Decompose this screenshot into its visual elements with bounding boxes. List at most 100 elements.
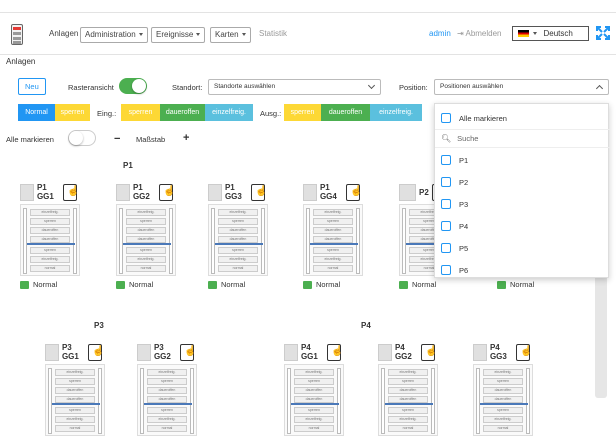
door-slot[interactable]: einzelfreig. bbox=[126, 209, 166, 216]
door-slot[interactable]: sperren bbox=[313, 218, 353, 225]
hand-pointer-icon[interactable] bbox=[87, 343, 104, 361]
door-slot[interactable]: sperren bbox=[55, 407, 95, 414]
door-slot[interactable]: einzelfreig. bbox=[294, 369, 334, 376]
mark-all-toggle[interactable] bbox=[68, 130, 96, 146]
nav-anlagen[interactable]: Anlagen bbox=[49, 27, 78, 43]
door-slot[interactable]: normal bbox=[313, 265, 353, 272]
dropdown-option[interactable]: P6 bbox=[441, 263, 468, 277]
door-slot[interactable]: sperren bbox=[388, 378, 428, 385]
hand-pointer-icon[interactable] bbox=[515, 343, 532, 361]
mode-sperren-button[interactable]: sperren bbox=[55, 104, 90, 121]
hand-pointer-icon[interactable] bbox=[326, 343, 343, 361]
door-slot[interactable]: daueroffen bbox=[126, 236, 166, 243]
door-slot[interactable]: einzelfreig. bbox=[30, 256, 70, 263]
logout-link[interactable]: ⇥ Abmelden bbox=[457, 27, 502, 43]
location-select[interactable]: Standorte auswählen bbox=[208, 79, 381, 95]
door-slot[interactable]: einzelfreig. bbox=[55, 416, 95, 423]
grid-view-toggle[interactable] bbox=[119, 78, 147, 94]
hand-pointer-icon[interactable] bbox=[420, 343, 437, 361]
door-diagram[interactable]: einzelfreig. sperren daueroffen daueroffen s… bbox=[45, 364, 105, 436]
door-slot[interactable]: daueroffen bbox=[147, 387, 187, 394]
position-select[interactable]: Positionen auswählen bbox=[434, 79, 609, 95]
hand-pointer-icon[interactable] bbox=[345, 183, 362, 201]
new-button[interactable]: Neu bbox=[18, 78, 46, 95]
door-slot[interactable]: sperren bbox=[483, 407, 523, 414]
dropdown-option[interactable]: P5 bbox=[441, 241, 468, 255]
door-slot[interactable]: sperren bbox=[294, 378, 334, 385]
door-slot[interactable]: daueroffen bbox=[294, 387, 334, 394]
door-slot[interactable]: normal bbox=[294, 425, 334, 432]
door-slot[interactable]: sperren bbox=[147, 378, 187, 385]
dropdown-mark-all[interactable]: Alle markieren bbox=[441, 111, 507, 125]
checkbox[interactable] bbox=[441, 177, 451, 187]
zoom-out-button[interactable]: − bbox=[114, 133, 120, 145]
door-slot[interactable]: daueroffen bbox=[55, 387, 95, 394]
door-slot[interactable]: daueroffen bbox=[218, 227, 258, 234]
door-diagram[interactable]: einzelfreig. sperren daueroffen daueroffen s… bbox=[284, 364, 344, 436]
checkbox[interactable] bbox=[441, 155, 451, 165]
exit-sperren-button[interactable]: sperren bbox=[284, 104, 321, 121]
door-slot[interactable]: sperren bbox=[126, 247, 166, 254]
door-slot[interactable]: normal bbox=[483, 425, 523, 432]
door-slot[interactable]: daueroffen bbox=[483, 387, 523, 394]
door-slot[interactable]: daueroffen bbox=[30, 236, 70, 243]
door-slot[interactable]: einzelfreig. bbox=[313, 256, 353, 263]
door-diagram[interactable]: einzelfreig. sperren daueroffen daueroffen s… bbox=[116, 204, 176, 276]
hand-pointer-icon[interactable] bbox=[250, 183, 267, 201]
mode-normal-button[interactable]: Normal bbox=[18, 104, 55, 121]
checkbox[interactable] bbox=[441, 221, 451, 231]
door-slot[interactable]: daueroffen bbox=[294, 396, 334, 403]
fullscreen-icon[interactable] bbox=[596, 26, 610, 40]
door-slot[interactable]: einzelfreig. bbox=[147, 416, 187, 423]
door-slot[interactable]: daueroffen bbox=[55, 396, 95, 403]
door-slot[interactable]: normal bbox=[30, 265, 70, 272]
door-slot[interactable]: normal bbox=[126, 265, 166, 272]
door-thumbnail[interactable] bbox=[45, 343, 59, 361]
app-logo[interactable] bbox=[11, 24, 23, 45]
door-diagram[interactable]: einzelfreig. sperren daueroffen daueroffen s… bbox=[137, 364, 197, 436]
door-slot[interactable]: einzelfreig. bbox=[30, 209, 70, 216]
door-slot[interactable]: einzelfreig. bbox=[218, 209, 258, 216]
door-slot[interactable]: normal bbox=[55, 425, 95, 432]
exit-daueroffen-button[interactable]: daueroffen bbox=[321, 104, 370, 121]
hand-pointer-icon[interactable] bbox=[179, 343, 196, 361]
exit-einzelfreig-button[interactable]: einzelfreig. bbox=[370, 104, 422, 121]
door-slot[interactable]: daueroffen bbox=[126, 227, 166, 234]
dropdown-search-input[interactable]: 🔍︎ Suche bbox=[441, 131, 478, 145]
checkbox[interactable] bbox=[441, 265, 451, 275]
door-slot[interactable]: daueroffen bbox=[313, 227, 353, 234]
door-slot[interactable]: einzelfreig. bbox=[388, 416, 428, 423]
door-slot[interactable]: daueroffen bbox=[147, 396, 187, 403]
door-thumbnail[interactable] bbox=[303, 183, 317, 201]
zoom-in-button[interactable]: + bbox=[183, 132, 189, 144]
door-thumbnail[interactable] bbox=[284, 343, 298, 361]
door-diagram[interactable]: einzelfreig. sperren daueroffen daueroffen s… bbox=[473, 364, 533, 436]
door-slot[interactable]: einzelfreig. bbox=[126, 256, 166, 263]
nav-administration[interactable]: Administration bbox=[80, 27, 148, 43]
hand-pointer-icon[interactable] bbox=[158, 183, 175, 201]
door-thumbnail[interactable] bbox=[378, 343, 392, 361]
dropdown-option[interactable]: P2 bbox=[441, 175, 468, 189]
door-slot[interactable]: einzelfreig. bbox=[294, 416, 334, 423]
door-thumbnail[interactable] bbox=[116, 183, 130, 201]
user-link[interactable]: admin bbox=[429, 27, 451, 43]
nav-ereignisse[interactable]: Ereignisse bbox=[151, 27, 206, 43]
door-slot[interactable]: einzelfreig. bbox=[483, 369, 523, 376]
door-slot[interactable]: sperren bbox=[30, 247, 70, 254]
checkbox[interactable] bbox=[441, 199, 451, 209]
language-select[interactable]: Deutsch bbox=[512, 26, 589, 41]
door-slot[interactable]: sperren bbox=[388, 407, 428, 414]
door-diagram[interactable]: einzelfreig. sperren daueroffen daueroffen s… bbox=[20, 204, 80, 276]
door-slot[interactable]: normal bbox=[147, 425, 187, 432]
dropdown-option[interactable]: P4 bbox=[441, 219, 468, 233]
door-thumbnail[interactable] bbox=[208, 183, 222, 201]
nav-karten[interactable]: Karten bbox=[210, 27, 251, 43]
checkbox[interactable] bbox=[441, 113, 451, 123]
door-diagram[interactable]: einzelfreig. sperren daueroffen daueroffen s… bbox=[208, 204, 268, 276]
entrance-einzelfreig-button[interactable]: einzelfreig. bbox=[205, 104, 253, 121]
door-slot[interactable]: normal bbox=[218, 265, 258, 272]
door-slot[interactable]: daueroffen bbox=[30, 227, 70, 234]
door-slot[interactable]: einzelfreig. bbox=[55, 369, 95, 376]
hand-pointer-icon[interactable] bbox=[62, 183, 79, 201]
door-diagram[interactable]: einzelfreig. sperren daueroffen daueroffen s… bbox=[378, 364, 438, 436]
